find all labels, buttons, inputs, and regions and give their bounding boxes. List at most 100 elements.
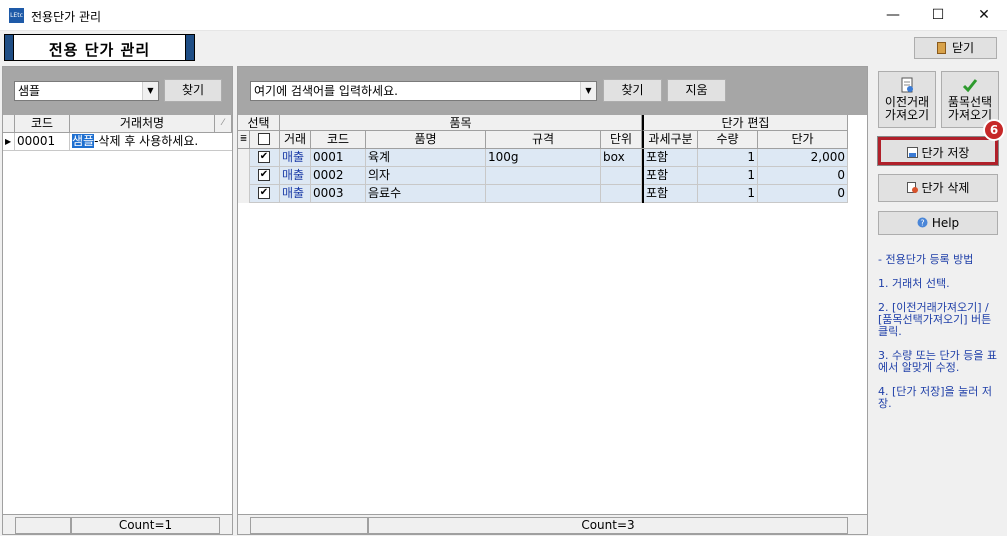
customer-count: Count=1 — [71, 517, 220, 534]
status-empty-box — [15, 517, 71, 534]
status-empty-box — [250, 517, 368, 534]
col-unit[interactable]: 단위 — [601, 131, 642, 148]
row-checkbox[interactable]: ✔ — [258, 151, 270, 163]
import-previous-button[interactable]: 이전거래 가져오기 — [878, 71, 936, 128]
item-unit: box — [601, 149, 642, 167]
window-titlebar: LEtc 전용단가 관리 — ☐ ✕ — [0, 0, 1007, 31]
help-label: Help — [931, 216, 960, 230]
guide-step-3: 3. 수량 또는 단가 등을 표에서 알맞게 수정. — [878, 349, 998, 374]
customer-panel: 샘플 ▼ 찾기 코드 거래처명 ⁄ ▶ 00001 샘플-삭제 후 사용하세요.… — [2, 66, 233, 535]
customer-search-combo[interactable]: 샘플 ▼ — [14, 81, 159, 101]
app-icon: LEtc — [9, 8, 24, 23]
customer-name: 샘플-삭제 후 사용하세요. — [70, 133, 232, 151]
window-close-button[interactable]: ✕ — [961, 0, 1007, 31]
guide-step-1: 1. 거래처 선택. — [878, 277, 950, 290]
minimize-button[interactable]: — — [870, 0, 916, 31]
table-row[interactable]: ✔ 매출 0002 의자 포함 1 0 — [238, 167, 848, 185]
row-select[interactable]: ✔ — [250, 167, 280, 185]
help-button[interactable]: ? Help — [878, 211, 998, 235]
maximize-button[interactable]: ☐ — [915, 0, 961, 31]
row-indicator-header — [3, 115, 15, 132]
customer-search-value: 샘플 — [18, 84, 41, 98]
item-grid-header: 선택 품목 단가 편집 ≣ 거래 코드 품명 규격 단위 과세구분 수량 단가 — [238, 115, 848, 149]
item-qty[interactable]: 1 — [698, 167, 758, 185]
row-indicator — [238, 185, 250, 203]
col-spec[interactable]: 규격 — [486, 131, 601, 148]
guide-step-2: 2. [이전거래가져오기] / [품목선택가져오기] 버튼 클릭. — [878, 301, 992, 338]
table-row[interactable]: ✔ 매출 0003 음료수 포함 1 0 — [238, 185, 848, 203]
item-unit — [601, 167, 642, 185]
menu-icon[interactable]: ≣ — [238, 131, 250, 148]
customer-code: 00001 — [15, 133, 70, 151]
col-qty[interactable]: 수량 — [698, 131, 758, 148]
col-customer-name[interactable]: 거래처명 — [70, 115, 215, 132]
chevron-down-icon[interactable]: ▼ — [580, 82, 596, 100]
col-tax[interactable]: 과세구분 — [642, 131, 698, 148]
import-items-label-1: 품목선택 — [947, 95, 993, 109]
chevron-down-icon[interactable]: ▼ — [142, 82, 158, 100]
col-item-code[interactable]: 코드 — [311, 131, 366, 148]
select-all-col[interactable] — [250, 131, 280, 148]
guide-step-4: 4. [단가 저장]을 눌러 저장. — [878, 385, 993, 410]
item-clear-button[interactable]: 지움 — [667, 79, 726, 102]
door-icon — [936, 42, 946, 54]
page-title-box: 전용 단가 관리 — [4, 34, 195, 61]
close-button[interactable]: 닫기 — [914, 37, 997, 59]
row-select[interactable]: ✔ — [250, 185, 280, 203]
item-code: 0001 — [311, 149, 366, 167]
item-tax[interactable]: 포함 — [642, 149, 698, 167]
item-search-combo[interactable]: 여기에 검색어를 입력하세요. ▼ — [250, 81, 597, 101]
item-search-bar: 여기에 검색어를 입력하세요. ▼ 찾기 지움 — [238, 67, 867, 115]
delete-icon — [906, 182, 918, 193]
import-previous-label-2: 가져오기 — [884, 108, 930, 122]
sort-icon[interactable]: ⁄ — [215, 115, 232, 132]
row-checkbox[interactable]: ✔ — [258, 169, 270, 181]
table-row[interactable]: ▶ 00001 샘플-삭제 후 사용하세요. — [3, 133, 232, 151]
customer-name-highlight: 샘플 — [72, 134, 95, 148]
item-tax[interactable]: 포함 — [642, 185, 698, 203]
item-qty[interactable]: 1 — [698, 149, 758, 167]
select-all-checkbox[interactable] — [258, 133, 270, 145]
group-select: 선택 — [238, 115, 280, 131]
guide-heading: - 전용단가 등록 방법 — [878, 253, 974, 266]
col-item-name[interactable]: 품명 — [366, 131, 486, 148]
customer-name-rest: -삭제 후 사용하세요. — [94, 134, 199, 148]
item-qty[interactable]: 1 — [698, 185, 758, 203]
save-price-button[interactable]: 단가 저장 — [877, 136, 999, 166]
col-code[interactable]: 코드 — [15, 115, 70, 132]
group-price-edit: 단가 편집 — [642, 115, 848, 131]
save-price-label: 단가 저장 — [921, 146, 970, 160]
item-name: 육계 — [366, 149, 486, 167]
step-badge: 6 — [983, 119, 1005, 141]
group-item: 품목 — [280, 115, 642, 131]
document-icon — [901, 77, 913, 93]
item-code: 0002 — [311, 167, 366, 185]
item-trade: 매출 — [280, 149, 311, 167]
item-price[interactable]: 0 — [758, 167, 848, 185]
import-items-label-2: 가져오기 — [947, 108, 993, 122]
item-price[interactable]: 2,000 — [758, 149, 848, 167]
item-unit — [601, 185, 642, 203]
table-row[interactable]: ✔ 매출 0001 육계 100g box 포함 1 2,000 — [238, 149, 848, 167]
row-indicator — [238, 167, 250, 185]
item-name: 음료수 — [366, 185, 486, 203]
item-price[interactable]: 0 — [758, 185, 848, 203]
row-checkbox[interactable]: ✔ — [258, 187, 270, 199]
row-indicator — [238, 149, 250, 167]
item-code: 0003 — [311, 185, 366, 203]
checkmark-icon — [962, 79, 978, 93]
item-find-button[interactable]: 찾기 — [603, 79, 662, 102]
help-icon: ? — [917, 217, 928, 228]
customer-find-button[interactable]: 찾기 — [164, 79, 222, 102]
item-panel: 여기에 검색어를 입력하세요. ▼ 찾기 지움 선택 품목 단가 편집 ≣ 거래… — [237, 66, 868, 535]
col-trade[interactable]: 거래 — [280, 131, 311, 148]
delete-price-button[interactable]: 단가 삭제 — [878, 174, 998, 202]
item-spec: 100g — [486, 149, 601, 167]
item-trade: 매출 — [280, 167, 311, 185]
customer-search-bar: 샘플 ▼ 찾기 — [3, 67, 232, 115]
close-button-label: 닫기 — [951, 41, 975, 55]
col-price[interactable]: 단가 — [758, 131, 848, 148]
customer-status-bar: Count=1 — [3, 514, 232, 534]
row-select[interactable]: ✔ — [250, 149, 280, 167]
item-tax[interactable]: 포함 — [642, 167, 698, 185]
